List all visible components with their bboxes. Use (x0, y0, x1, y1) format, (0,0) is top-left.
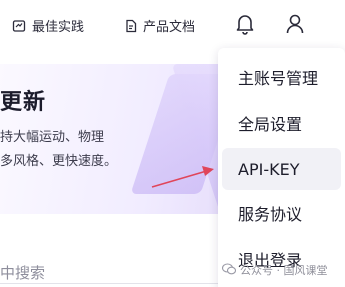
menu-item-global-settings[interactable]: 全局设置 (222, 102, 341, 144)
user-icon (285, 13, 305, 39)
nav-link-best-practice[interactable]: 最佳实践 (12, 16, 84, 35)
watermark-text: 公众号 · 国风课堂 (240, 264, 328, 277)
nav-best-practice-label: 最佳实践 (32, 20, 85, 35)
top-navigation-bar: 最佳实践 产品文档 (0, 0, 345, 54)
user-dropdown-menu: 主账号管理 全局设置 API-KEY 服务协议 退出登录 (218, 48, 345, 287)
document-icon (125, 19, 137, 33)
watermark: 公众号 · 国风课堂 (221, 262, 328, 278)
wechat-logo-icon (221, 262, 237, 278)
nav-link-product-docs[interactable]: 产品文档 (125, 16, 195, 35)
hero-title: 更新 (0, 90, 47, 115)
user-menu-button[interactable] (282, 12, 308, 40)
best-practice-icon (12, 19, 26, 33)
menu-item-service-agreement[interactable]: 服务协议 (222, 192, 341, 234)
nav-product-docs-label: 产品文档 (143, 20, 196, 35)
hero-description-line: 持大幅运动、物理 (0, 130, 105, 145)
menu-item-api-key[interactable]: API-KEY (222, 148, 341, 190)
menu-item-account-management[interactable]: 主账号管理 (222, 56, 341, 98)
annotation-arrow-icon (151, 166, 214, 188)
search-placeholder: 中搜索 (0, 264, 46, 282)
bell-icon (235, 13, 255, 39)
notification-button[interactable] (232, 12, 258, 40)
search-underline (0, 283, 220, 284)
hero-description-line: 多风格、更快速度。 (0, 154, 118, 169)
search-input[interactable]: 中搜索 (0, 250, 225, 287)
